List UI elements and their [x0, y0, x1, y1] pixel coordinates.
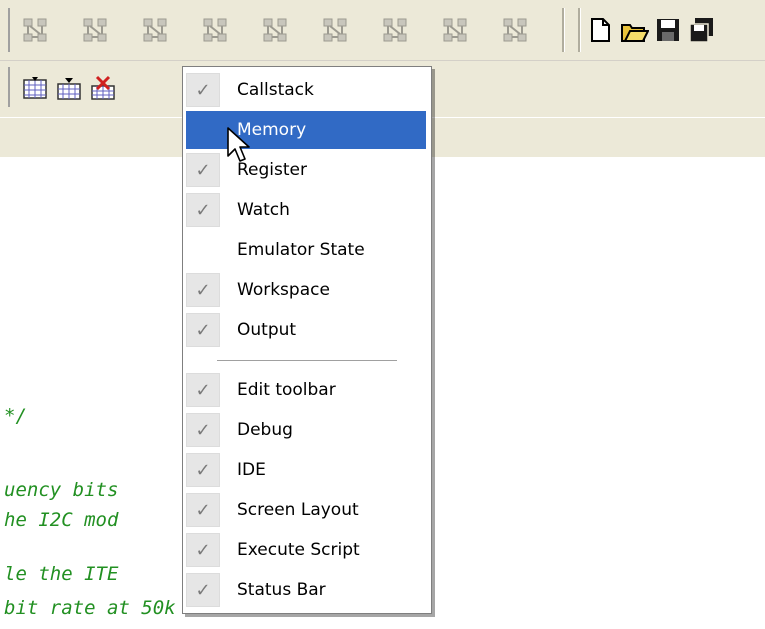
checkmark-icon: ✓	[186, 273, 220, 307]
menu-item-label: Screen Layout	[237, 500, 359, 520]
checkmark-icon: ✓	[186, 533, 220, 567]
checkmark-icon: ✓	[186, 153, 220, 187]
menu-item-execute-script[interactable]: ✓ Execute Script	[186, 531, 426, 569]
breakpoint-delete-icon[interactable]	[86, 67, 120, 111]
open-folder-icon[interactable]	[617, 8, 651, 52]
menu-item-label: Execute Script	[237, 540, 360, 560]
toolbar-separator	[562, 8, 565, 52]
network-icon[interactable]	[138, 8, 172, 52]
checkmark-icon: ✓	[186, 73, 220, 107]
network-icon[interactable]	[78, 8, 112, 52]
menu-item-ide[interactable]: ✓ IDE	[186, 451, 426, 489]
menu-item-debug[interactable]: ✓ Debug	[186, 411, 426, 449]
menu-item-label: Callstack	[237, 80, 314, 100]
code-line: he I2C mod	[4, 509, 119, 531]
mouse-cursor-icon	[227, 127, 250, 162]
checkmark-icon: ✓	[186, 573, 220, 607]
network-icon[interactable]	[498, 8, 532, 52]
menu-item-callstack[interactable]: ✓ Callstack	[186, 71, 426, 109]
menu-item-label: Status Bar	[237, 580, 326, 600]
toolbar-grip[interactable]	[8, 67, 10, 107]
menu-item-screen-layout[interactable]: ✓ Screen Layout	[186, 491, 426, 529]
menu-item-edit-toolbar[interactable]: ✓ Edit toolbar	[186, 371, 426, 409]
code-line: le the ITE	[4, 563, 119, 585]
menu-item-memory[interactable]: Memory	[186, 111, 426, 149]
save-icon[interactable]	[651, 8, 685, 52]
toolbar-separator	[578, 8, 581, 52]
breakpoint-list-icon[interactable]	[52, 67, 86, 111]
menu-item-label: Debug	[237, 420, 293, 440]
checkmark-icon: ✓	[186, 493, 220, 527]
network-icon[interactable]	[198, 8, 232, 52]
network-icon[interactable]	[18, 8, 52, 52]
checkmark-icon: ✓	[186, 373, 220, 407]
menu-item-label: Watch	[237, 200, 290, 220]
menu-item-label: IDE	[237, 460, 266, 480]
menu-item-label: Workspace	[237, 280, 330, 300]
breakpoint-add-icon[interactable]	[18, 67, 52, 111]
menu-item-label: Edit toolbar	[237, 380, 336, 400]
menu-separator	[217, 360, 397, 362]
network-icon[interactable]	[378, 8, 412, 52]
code-line: */	[4, 405, 27, 427]
menu-item-watch[interactable]: ✓ Watch	[186, 191, 426, 229]
menu-item-register[interactable]: ✓ Register	[186, 151, 426, 189]
code-line: uency bits	[4, 479, 119, 501]
menu-item-output[interactable]: ✓ Output	[186, 311, 426, 349]
new-file-icon[interactable]	[583, 8, 617, 52]
network-icon[interactable]	[438, 8, 472, 52]
network-icon[interactable]	[258, 8, 292, 52]
code-line: bit rate at 50k	[4, 597, 176, 619]
menu-item-label: Emulator State	[237, 240, 365, 260]
menu-item-status-bar[interactable]: ✓ Status Bar	[186, 571, 426, 609]
checkmark-icon: ✓	[186, 193, 220, 227]
checkmark-icon: ✓	[186, 413, 220, 447]
menu-item-emulator-state[interactable]: Emulator State	[186, 231, 426, 269]
toolbar-grip[interactable]	[8, 8, 10, 52]
main-toolbar	[0, 0, 765, 61]
menu-item-label: Output	[237, 320, 297, 340]
checkmark-icon: ✓	[186, 313, 220, 347]
checkmark-icon: ✓	[186, 453, 220, 487]
save-all-icon[interactable]	[684, 8, 718, 52]
network-icon[interactable]	[318, 8, 352, 52]
menu-item-workspace[interactable]: ✓ Workspace	[186, 271, 426, 309]
view-context-menu: ✓ Callstack Memory ✓ Register ✓ Watch Em…	[182, 66, 432, 614]
